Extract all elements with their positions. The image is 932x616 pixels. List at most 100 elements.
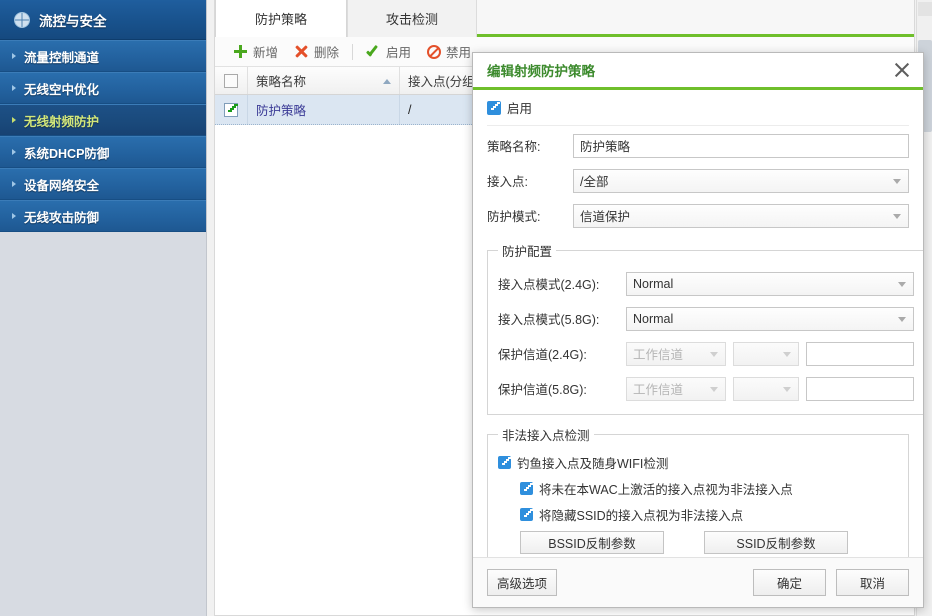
protect-channel-24-select-1-value: 工作信道 — [633, 344, 683, 363]
check-icon — [366, 44, 381, 59]
policy-name-row: 策略名称: 防护策略 — [487, 130, 909, 161]
dialog-title: 编辑射频防护策略 — [487, 60, 595, 80]
disable-button[interactable]: 禁用 — [419, 39, 479, 65]
tab-bar: 防护策略 攻击检测 — [215, 0, 914, 37]
protect-channel-58-input[interactable] — [806, 377, 914, 401]
sidebar-item-label: 系统DHCP防御 — [24, 143, 109, 162]
sidebar-item-label: 设备网络安全 — [24, 175, 99, 194]
not-activated-row: 将未在本WAC上激活的接入点视为非法接入点 — [498, 477, 898, 500]
chevron-down-icon — [710, 387, 718, 392]
hidden-ssid-label: 将隐藏SSID的接入点视为非法接入点 — [539, 505, 743, 524]
access-point-label: 接入点: — [487, 171, 573, 190]
edit-rf-protection-policy-dialog: 编辑射频防护策略 启用 策略名称: 防护策略 接入点: /全部 防护模式: — [472, 52, 924, 608]
access-point-select-value: /全部 — [580, 171, 608, 190]
tab-protection-policy[interactable]: 防护策略 — [215, 0, 347, 37]
delete-button[interactable]: 删除 — [286, 39, 347, 65]
protect-channel-24-row: 保护信道(2.4G): 工作信道 — [498, 338, 914, 369]
protection-mode-select[interactable]: 信道保护 — [573, 204, 909, 228]
sidebar-item-wireless-attack-defense[interactable]: 无线攻击防御 — [0, 200, 206, 232]
ap-mode-24-value: Normal — [633, 277, 673, 291]
sidebar-item-label: 无线攻击防御 — [24, 207, 99, 226]
protect-channel-58-select-2 — [733, 377, 799, 401]
protection-mode-select-value: 信道保护 — [580, 206, 630, 225]
sidebar-header: 流控与安全 — [0, 0, 206, 40]
globe-icon — [14, 12, 30, 28]
ap-mode-58-select[interactable]: Normal — [626, 307, 914, 331]
chevron-right-icon — [12, 53, 16, 59]
illegal-ap-detection-fieldset: 非法接入点检测 钓鱼接入点及随身WIFI检测 将未在本WAC上激活的接入点视为非… — [487, 425, 909, 557]
policy-name-input[interactable]: 防护策略 — [573, 134, 909, 158]
row-checkbox[interactable] — [224, 103, 238, 117]
chevron-down-icon — [893, 214, 901, 219]
advanced-options-button[interactable]: 高级选项 — [487, 569, 557, 596]
chevron-down-icon — [783, 387, 791, 392]
app-root: 流控与安全 流量控制通道 无线空中优化 无线射频防护 系统DHCP防御 设备网络… — [0, 0, 932, 616]
enable-button-label: 启用 — [386, 42, 411, 61]
dialog-body: 启用 策略名称: 防护策略 接入点: /全部 防护模式: 信道保护 — [473, 90, 923, 557]
chevron-down-icon — [710, 352, 718, 357]
protect-channel-24-input[interactable] — [806, 342, 914, 366]
chevron-right-icon — [12, 181, 16, 187]
column-header-policy-name[interactable]: 策略名称 — [248, 67, 400, 94]
access-point-row: 接入点: /全部 — [487, 165, 909, 196]
ssid-countermeasure-button[interactable]: SSID反制参数 — [704, 531, 848, 554]
cross-icon — [294, 44, 309, 59]
sidebar-item-wireless-rf-protection[interactable]: 无线射频防护 — [0, 104, 206, 136]
chevron-down-icon — [893, 179, 901, 184]
ap-mode-58-value: Normal — [633, 312, 673, 326]
scrollbar-up-arrow[interactable] — [918, 2, 932, 16]
chevron-right-icon — [12, 85, 16, 91]
sidebar: 流控与安全 流量控制通道 无线空中优化 无线射频防护 系统DHCP防御 设备网络… — [0, 0, 207, 616]
enable-button[interactable]: 启用 — [358, 39, 419, 65]
phishing-ap-checkbox[interactable] — [498, 456, 511, 469]
ban-icon — [427, 45, 441, 59]
enable-policy-checkbox[interactable] — [487, 101, 501, 115]
sidebar-item-wireless-air-optimization[interactable]: 无线空中优化 — [0, 72, 206, 104]
not-activated-label: 将未在本WAC上激活的接入点视为非法接入点 — [539, 479, 793, 498]
close-icon[interactable] — [893, 61, 911, 79]
add-button[interactable]: 新增 — [225, 39, 286, 65]
chevron-right-icon — [12, 213, 16, 219]
sidebar-item-system-dhcp-defense[interactable]: 系统DHCP防御 — [0, 136, 206, 168]
phishing-ap-label: 钓鱼接入点及随身WIFI检测 — [517, 453, 668, 472]
protection-mode-row: 防护模式: 信道保护 — [487, 200, 909, 231]
select-all-header[interactable] — [215, 67, 248, 94]
plus-icon — [233, 44, 248, 59]
protect-channel-24-select-1: 工作信道 — [626, 342, 726, 366]
enable-policy-row: 启用 — [487, 90, 909, 126]
dialog-footer: 高级选项 确定 取消 — [473, 557, 923, 607]
protect-channel-58-select-1: 工作信道 — [626, 377, 726, 401]
column-header-label: 接入点(分组) — [408, 71, 479, 90]
sidebar-item-traffic-control[interactable]: 流量控制通道 — [0, 40, 206, 72]
chevron-right-icon — [12, 149, 16, 155]
protect-channel-58-select-1-value: 工作信道 — [633, 379, 683, 398]
row-select-cell[interactable] — [215, 95, 248, 124]
chevron-down-icon — [783, 352, 791, 357]
protect-channel-58-row: 保护信道(5.8G): 工作信道 — [498, 373, 914, 404]
tab-attack-detection[interactable]: 攻击检测 — [347, 0, 477, 37]
sort-ascending-icon — [383, 79, 391, 84]
ap-mode-58-label: 接入点模式(5.8G): — [498, 309, 626, 328]
policy-name-label: 策略名称: — [487, 136, 573, 155]
illegal-ap-legend: 非法接入点检测 — [498, 425, 594, 444]
ap-mode-24-select[interactable]: Normal — [626, 272, 914, 296]
tab-label: 防护策略 — [255, 9, 307, 28]
confirm-button[interactable]: 确定 — [753, 569, 826, 596]
protection-config-legend: 防护配置 — [498, 241, 556, 260]
chevron-down-icon — [898, 282, 906, 287]
dialog-title-bar: 编辑射频防护策略 — [473, 53, 923, 90]
select-all-checkbox[interactable] — [224, 74, 238, 88]
bssid-countermeasure-button[interactable]: BSSID反制参数 — [520, 531, 664, 554]
sidebar-item-device-network-security[interactable]: 设备网络安全 — [0, 168, 206, 200]
sidebar-item-label: 无线空中优化 — [24, 79, 99, 98]
access-point-select[interactable]: /全部 — [573, 169, 909, 193]
cancel-button[interactable]: 取消 — [836, 569, 909, 596]
phishing-ap-row: 钓鱼接入点及随身WIFI检测 — [498, 451, 898, 474]
sidebar-header-label: 流控与安全 — [39, 10, 107, 30]
toolbar-divider — [352, 44, 353, 60]
not-activated-checkbox[interactable] — [520, 482, 533, 495]
ap-mode-24-label: 接入点模式(2.4G): — [498, 274, 626, 293]
column-header-label: 策略名称 — [256, 71, 306, 90]
hidden-ssid-checkbox[interactable] — [520, 508, 533, 521]
chevron-right-icon — [12, 117, 16, 123]
